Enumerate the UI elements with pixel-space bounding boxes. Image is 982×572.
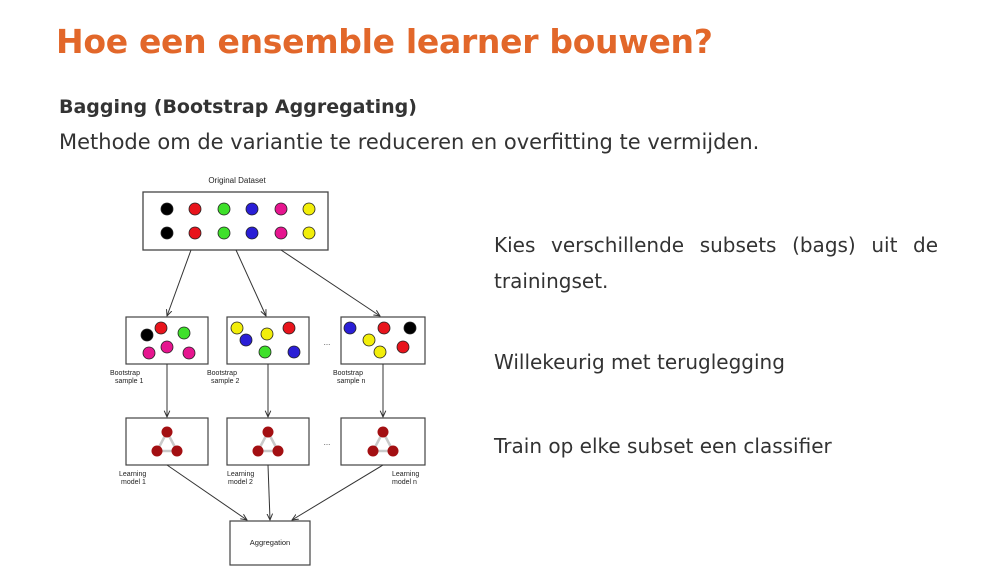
yellow-sample-point [230, 321, 244, 335]
ellipsis-models: ... [324, 438, 331, 447]
blue-sample-point [343, 321, 357, 335]
learning-model-1-box [125, 417, 209, 466]
blue-data-point [245, 202, 259, 216]
network-node [161, 426, 173, 438]
black-data-point [160, 226, 174, 240]
model-label-n: Learning model n [392, 471, 421, 486]
blue-sample-point [239, 333, 253, 347]
magenta-data-point [274, 202, 288, 216]
original-dataset-box [142, 191, 329, 251]
bullet-subsets: Kies verschillende subsets (bags) uit de… [494, 233, 938, 293]
red-sample-point [282, 321, 296, 335]
arrow-to-sample-1 [167, 249, 192, 316]
arrow-to-sample-2 [235, 249, 266, 316]
magenta-data-point [274, 226, 288, 240]
network-node [151, 445, 163, 457]
black-sample-point [403, 321, 417, 335]
yellow-sample-point [260, 327, 274, 341]
arrow-model-2-to-aggregation [268, 464, 270, 520]
network-node [252, 445, 264, 457]
green-data-point [217, 226, 231, 240]
network-node [171, 445, 183, 457]
yellow-data-point [302, 202, 316, 216]
magenta-sample-point [182, 346, 196, 360]
learning-model-2-box [226, 417, 310, 466]
red-data-point [188, 202, 202, 216]
original-dataset-label: Original Dataset [208, 176, 266, 185]
arrow-to-sample-n [280, 249, 380, 316]
blue-sample-point [287, 345, 301, 359]
sampling-arrows [167, 249, 380, 316]
aggregation-label: Aggregation [250, 538, 290, 547]
green-sample-point [258, 345, 272, 359]
magenta-sample-point [160, 340, 174, 354]
yellow-data-point [302, 226, 316, 240]
aggregation-arrows [166, 464, 384, 520]
bootstrap-label-n: Bootstrap sample n [333, 370, 366, 385]
green-sample-point [177, 326, 191, 340]
blue-data-point [245, 226, 259, 240]
network-node [272, 445, 284, 457]
model-label-1: Learning model 1 [119, 471, 148, 486]
network-node [387, 445, 399, 457]
green-data-point [217, 202, 231, 216]
bootstrap-label-2: Bootstrap sample 2 [207, 370, 240, 385]
network-node [262, 426, 274, 438]
learning-model-n-box [340, 417, 426, 466]
network-node [377, 426, 389, 438]
red-sample-point [377, 321, 391, 335]
black-sample-point [140, 328, 154, 342]
black-data-point [160, 202, 174, 216]
bullet-train-classifier: Train op elke subset een classifier [494, 434, 832, 458]
yellow-sample-point [373, 345, 387, 359]
bootstrap-label-1: Bootstrap sample 1 [110, 370, 144, 385]
bootstrap-sample-1-box [125, 316, 209, 365]
red-sample-point [396, 340, 410, 354]
network-node [367, 445, 379, 457]
arrow-model-n-to-aggregation [292, 464, 384, 520]
red-data-point [188, 226, 202, 240]
yellow-sample-point [362, 333, 376, 347]
magenta-sample-point [142, 346, 156, 360]
bullet-replacement: Willekeurig met teruglegging [494, 350, 785, 374]
ellipsis-samples: ... [324, 338, 331, 347]
red-sample-point [154, 321, 168, 335]
model-label-2: Learning model 2 [227, 471, 256, 486]
